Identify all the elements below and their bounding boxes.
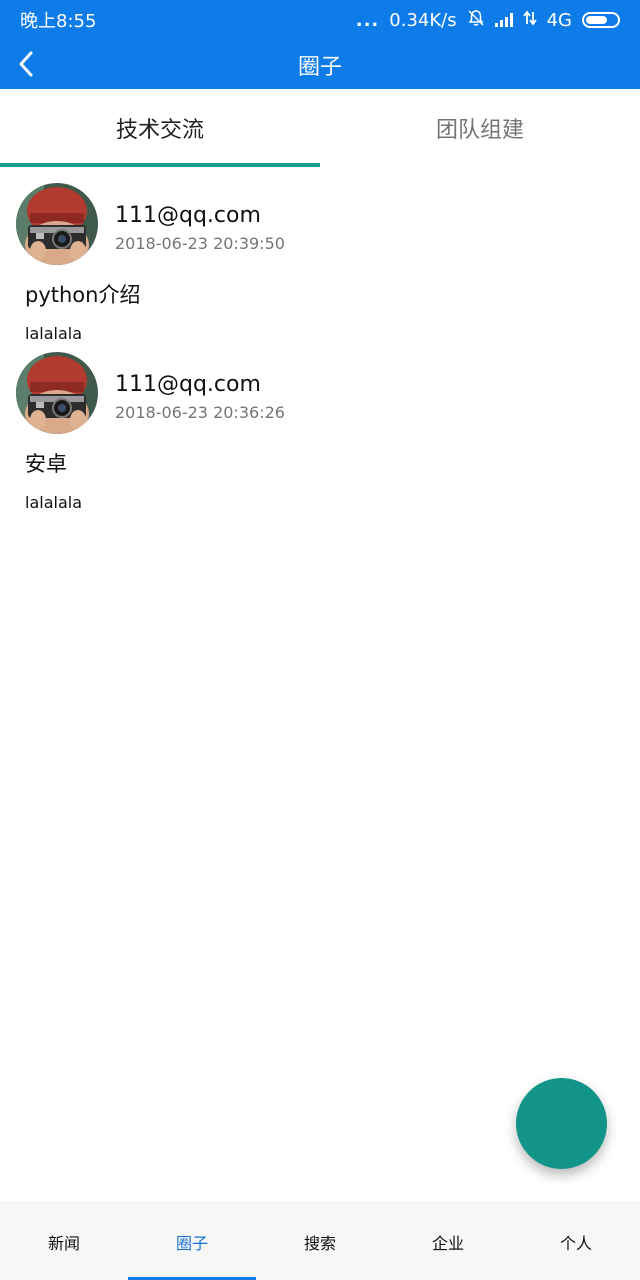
nav-label: 圈子	[175, 1234, 208, 1253]
nav-item-circle[interactable]: 圈子	[128, 1203, 256, 1280]
post-author: 111@qq.com	[115, 372, 261, 397]
avatar[interactable]	[16, 352, 98, 434]
nav-item-profile[interactable]: 个人	[512, 1203, 640, 1280]
bottom-nav: 新闻 圈子 搜索 企业 个人	[0, 1202, 640, 1280]
post-title: python介绍	[25, 283, 141, 307]
post-author: 111@qq.com	[115, 203, 261, 228]
chevron-left-icon	[19, 51, 33, 77]
tab-tech-exchange[interactable]: 技术交流	[0, 89, 320, 167]
nav-label: 新闻	[47, 1234, 80, 1253]
page-title: 圈子	[297, 54, 342, 80]
data-arrows-icon	[522, 10, 537, 31]
network-type: 4G	[546, 9, 572, 31]
nav-label: 企业	[431, 1234, 464, 1253]
nav-item-search[interactable]: 搜索	[256, 1203, 384, 1280]
nav-item-news[interactable]: 新闻	[0, 1203, 128, 1280]
tab-bar: 技术交流 团队组建	[0, 89, 640, 167]
bell-off-icon	[467, 9, 485, 32]
status-bar: 晚上8:55 ... 0.34K/s 4G	[0, 0, 640, 40]
more-dots-icon: ...	[355, 9, 380, 31]
tab-team-building[interactable]: 团队组建	[320, 89, 640, 167]
battery-icon	[582, 12, 620, 28]
screen: 晚上8:55 ... 0.34K/s 4G 圈子 技术交流 团队组建 111@q…	[0, 0, 640, 1280]
tab-label: 团队组建	[435, 118, 524, 143]
status-time: 晚上8:55	[20, 11, 97, 32]
nav-label: 个人	[559, 1234, 592, 1253]
network-speed: 0.34K/s	[389, 9, 457, 31]
app-bar: 圈子	[0, 40, 640, 89]
nav-label: 搜索	[303, 1234, 336, 1253]
post-title: 安卓	[25, 452, 67, 476]
tab-label: 技术交流	[115, 118, 204, 143]
post-timestamp: 2018-06-23 20:36:26	[115, 403, 285, 422]
signal-icon	[494, 13, 513, 27]
post-timestamp: 2018-06-23 20:39:50	[115, 234, 285, 253]
avatar[interactable]	[16, 183, 98, 265]
back-button[interactable]	[8, 46, 44, 82]
post-body: lalalala	[25, 324, 82, 343]
floating-action-button[interactable]	[516, 1078, 607, 1169]
post-body: lalalala	[25, 493, 82, 512]
nav-item-enterprise[interactable]: 企业	[384, 1203, 512, 1280]
status-icons: ... 0.34K/s 4G	[356, 9, 620, 32]
